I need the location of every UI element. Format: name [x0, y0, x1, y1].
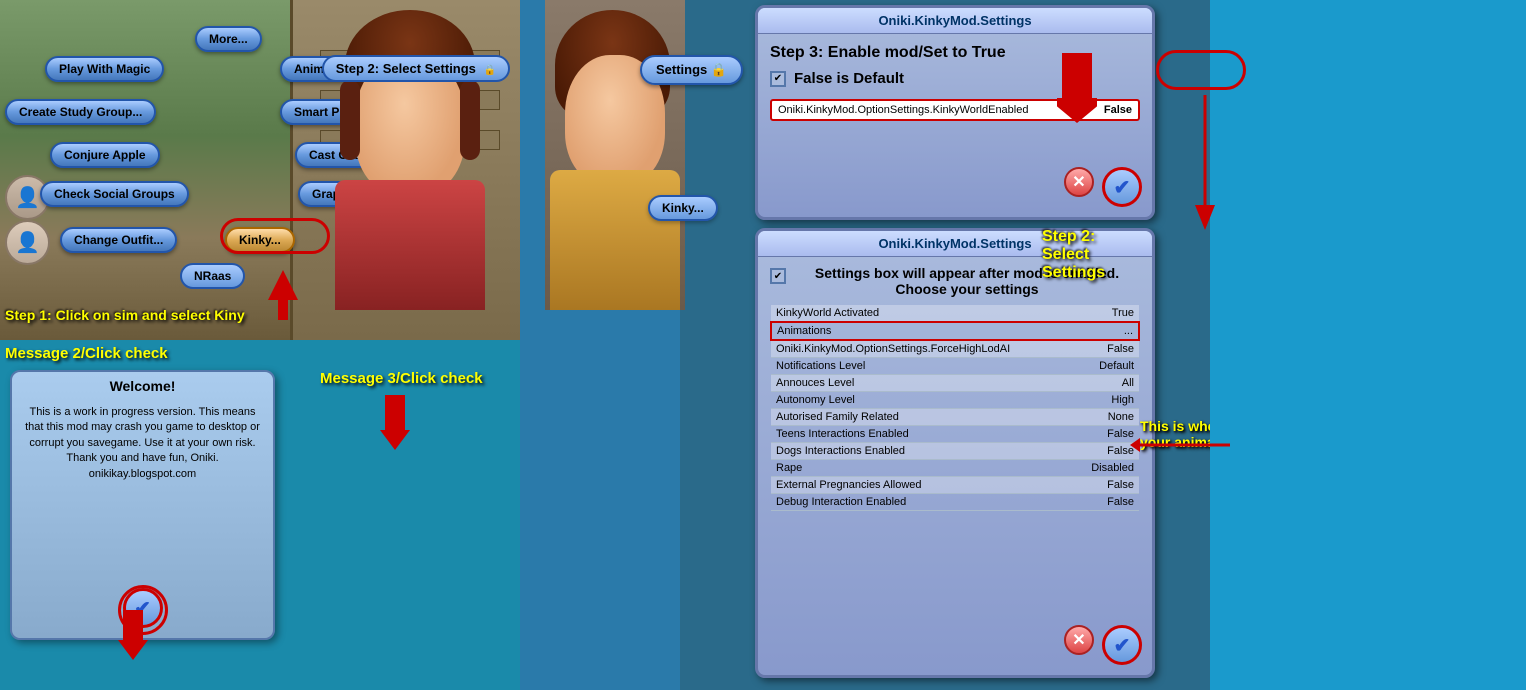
kinky-button-highlight [220, 218, 330, 254]
settings-top-panel: Oniki.KinkyMod.Settings Step 3: Enable m… [755, 5, 1155, 220]
message3-label: Message 3/Click check [320, 370, 483, 387]
settings-bottom-content: ✔ Settings box will appear after mod is … [758, 257, 1152, 519]
nraas-button[interactable]: NRaas [180, 263, 245, 289]
settings-button-label: Step 2: Select Settings [336, 61, 476, 76]
settings-bottom-close[interactable]: ✕ [1064, 625, 1094, 655]
settings-bottom-buttons: ✕ ✔ [1064, 625, 1142, 665]
step2-label: Step 2: Select Settings [1042, 228, 1105, 282]
settings-table-row[interactable]: KinkyWorld ActivatedTrue [771, 305, 1139, 322]
check-social-button[interactable]: Check Social Groups [40, 181, 189, 207]
game-area-bottom: Message 2/Click check Welcome! This is a… [0, 340, 520, 690]
settings-table: KinkyWorld ActivatedTrueAnimations...Oni… [770, 305, 1140, 511]
settings-checkbox[interactable]: ✔ [770, 71, 786, 87]
conjure-apple-button[interactable]: Conjure Apple [50, 142, 160, 168]
avatar-2: 👤 [5, 220, 50, 265]
game-area: Step 2: Select Settings 🔒 More... Play W… [0, 0, 520, 340]
settings-table-row[interactable]: Oniki.KinkyMod.OptionSettings.ForceHighL… [771, 340, 1139, 358]
settings-table-row[interactable]: RapeDisabled [771, 460, 1139, 477]
more-button[interactable]: More... [195, 26, 262, 52]
welcome-bottom-panel: Welcome! This is a work in progress vers… [10, 370, 275, 640]
settings-table-row[interactable]: Debug Interaction EnabledFalse [771, 494, 1139, 511]
arrow-to-credits [380, 395, 410, 455]
settings-circle [1156, 50, 1246, 90]
sim-character [300, 0, 515, 310]
arrow-to-check2 [118, 610, 148, 660]
settings-table-row[interactable]: Annouces LevelAll [771, 375, 1139, 392]
arrow-to-kinky [268, 270, 298, 320]
settings-table-row[interactable]: Animations... [771, 322, 1139, 340]
step1-label: Step 1: Click on sim and select Kiny [5, 307, 245, 323]
settings-bottom-panel: Oniki.KinkyMod.Settings ✔ Settings box w… [755, 228, 1155, 678]
settings-bottom-checkbox[interactable]: ✔ [770, 268, 786, 284]
sim-character-2 [545, 0, 685, 310]
step3-heading: Step 3: Enable mod/Set to True [770, 44, 1006, 62]
settings-top-close[interactable]: ✕ [1064, 167, 1094, 197]
kinky-label-2[interactable]: Kinky... [648, 195, 718, 221]
settings-table-row[interactable]: Dogs Interactions EnabledFalse [771, 443, 1139, 460]
arrow-settings [1190, 95, 1220, 235]
settings-bottom-check[interactable]: ✔ [1102, 625, 1142, 665]
change-outfit-button[interactable]: Change Outfit... [60, 227, 177, 253]
settings-top-content: Step 3: Enable mod/Set to True ✔ False i… [758, 34, 1152, 135]
settings-table-row[interactable]: Autorised Family RelatedNone [771, 409, 1139, 426]
create-study-button[interactable]: Create Study Group... [5, 99, 156, 125]
arrow-animations [1130, 435, 1230, 455]
message2-label: Message 2/Click check [5, 345, 168, 362]
settings-table-row[interactable]: External Pregnancies AllowedFalse [771, 477, 1139, 494]
welcome-bottom-title: Welcome! [12, 372, 273, 400]
settings-top-buttons: ✕ ✔ [1064, 167, 1142, 207]
play-magic-button[interactable]: Play With Magic [45, 56, 164, 82]
welcome-bottom-body: This is a work in progress version. This… [12, 400, 273, 487]
settings-subheading: False is Default [794, 70, 904, 87]
settings-table-row[interactable]: Teens Interactions EnabledFalse [771, 426, 1139, 443]
settings-table-row[interactable]: Notifications LevelDefault [771, 358, 1139, 375]
settings-table-row[interactable]: Autonomy LevelHigh [771, 392, 1139, 409]
right-area: Welcome! Welcome and thank you for havin… [1210, 0, 1526, 690]
settings-button[interactable]: Step 2: Select Settings 🔒 [322, 55, 510, 82]
settings-top-title: Oniki.KinkyMod.Settings [758, 8, 1152, 34]
arrow-to-field [1057, 53, 1097, 123]
settings-top-check[interactable]: ✔ [1102, 167, 1142, 207]
game-settings-button[interactable]: Settings 🔒 [640, 55, 743, 85]
